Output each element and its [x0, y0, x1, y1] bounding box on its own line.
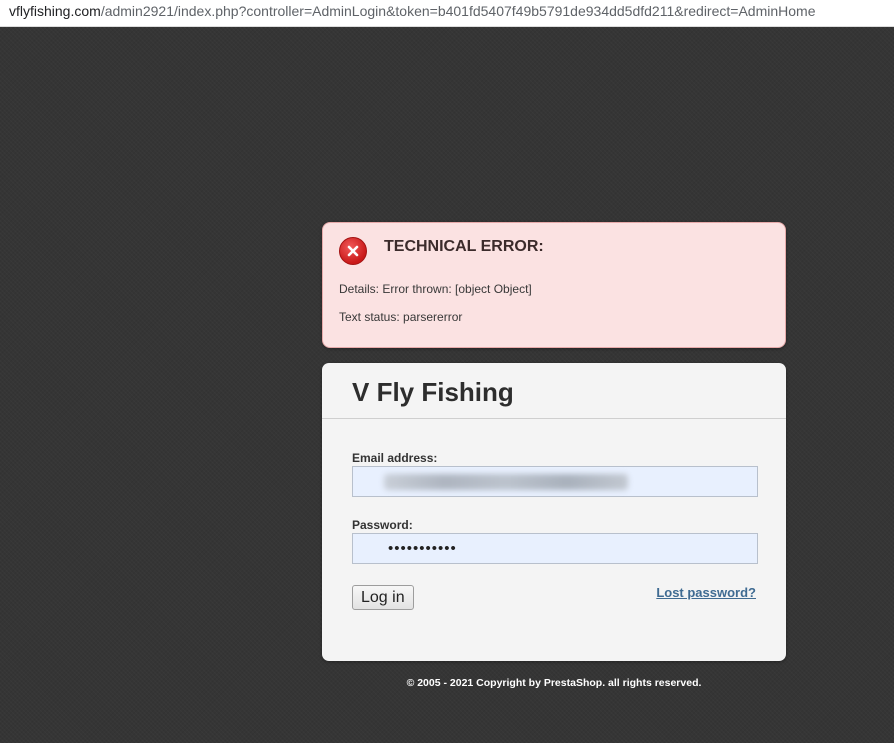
error-x-icon — [339, 237, 367, 265]
address-bar[interactable]: vflyfishing.com/admin2921/index.php?cont… — [0, 0, 894, 27]
copyright-footer: © 2005 - 2021 Copyright by PrestaShop. a… — [406, 677, 702, 689]
url-path: /admin2921/index.php?controller=AdminLog… — [100, 3, 816, 19]
error-title: TECHNICAL ERROR: — [384, 238, 544, 255]
error-alert: TECHNICAL ERROR: Details: Error thrown: … — [322, 222, 786, 348]
error-status: Text status: parsererror — [339, 310, 463, 324]
url-domain: vflyfishing.com — [9, 3, 101, 19]
password-label: Password: — [352, 518, 413, 532]
redacted-email-blur — [384, 474, 628, 490]
login-panel: V Fly Fishing Email address: Password: L… — [322, 363, 786, 661]
error-details: Details: Error thrown: [object Object] — [339, 282, 532, 296]
shop-name: V Fly Fishing — [352, 377, 514, 407]
email-label: Email address: — [352, 451, 438, 465]
login-button[interactable]: Log in — [352, 585, 414, 610]
lost-password-link[interactable]: Lost password? — [656, 585, 756, 600]
password-field[interactable] — [352, 533, 758, 564]
divider — [322, 418, 786, 419]
